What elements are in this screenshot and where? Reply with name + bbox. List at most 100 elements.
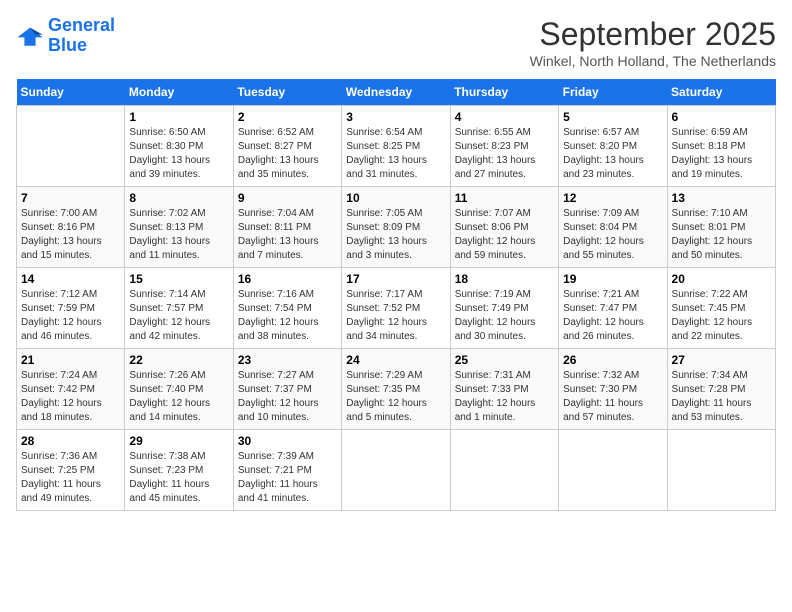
day-number: 20 — [672, 272, 771, 286]
logo-icon — [16, 22, 44, 50]
day-cell: 11 Sunrise: 7:07 AM Sunset: 8:06 PM Dayli… — [450, 187, 558, 268]
day-number: 3 — [346, 110, 445, 124]
day-cell: 21Sunrise: 7:24 AM Sunset: 7:42 PM Dayli… — [17, 349, 125, 430]
page-header: General Blue September 2025 Winkel, Nort… — [16, 16, 776, 69]
week-row-5: 28Sunrise: 7:36 AM Sunset: 7:25 PM Dayli… — [17, 430, 776, 511]
day-cell: 30 Sunrise: 7:39 AM Sunset: 7:21 PM Dayli… — [233, 430, 341, 511]
day-cell: 3 Sunrise: 6:54 AM Sunset: 8:25 PM Daylig… — [342, 106, 450, 187]
day-cell — [17, 106, 125, 187]
day-info: Sunrise: 7:27 AM Sunset: 7:37 PM Dayligh… — [238, 369, 337, 425]
day-cell: 16 Sunrise: 7:16 AM Sunset: 7:54 PM Dayli… — [233, 268, 341, 349]
day-cell: 17 Sunrise: 7:17 AM Sunset: 7:52 PM Dayli… — [342, 268, 450, 349]
day-number: 13 — [672, 191, 771, 205]
day-number: 9 — [238, 191, 337, 205]
header-cell-monday: Monday — [125, 79, 233, 106]
day-info: Sunrise: 7:39 AM Sunset: 7:21 PM Dayligh… — [238, 450, 337, 506]
day-info: Sunrise: 6:50 AM Sunset: 8:30 PM Dayligh… — [129, 126, 228, 182]
day-cell: 2 Sunrise: 6:52 AM Sunset: 8:27 PM Daylig… — [233, 106, 341, 187]
header-cell-friday: Friday — [559, 79, 667, 106]
day-info: Sunrise: 7:17 AM Sunset: 7:52 PM Dayligh… — [346, 288, 445, 344]
day-cell: 15 Sunrise: 7:14 AM Sunset: 7:57 PM Dayli… — [125, 268, 233, 349]
location: Winkel, North Holland, The Netherlands — [530, 53, 776, 69]
day-info: Sunrise: 7:02 AM Sunset: 8:13 PM Dayligh… — [129, 207, 228, 263]
day-info: Sunrise: 7:26 AM Sunset: 7:40 PM Dayligh… — [129, 369, 228, 425]
day-number: 30 — [238, 434, 337, 448]
month-title: September 2025 — [530, 16, 776, 53]
day-info: Sunrise: 7:31 AM Sunset: 7:33 PM Dayligh… — [455, 369, 554, 425]
day-cell: 28Sunrise: 7:36 AM Sunset: 7:25 PM Dayli… — [17, 430, 125, 511]
day-number: 17 — [346, 272, 445, 286]
day-cell: 10 Sunrise: 7:05 AM Sunset: 8:09 PM Dayli… — [342, 187, 450, 268]
day-cell: 12 Sunrise: 7:09 AM Sunset: 8:04 PM Dayli… — [559, 187, 667, 268]
day-cell: 6Sunrise: 6:59 AM Sunset: 8:18 PM Daylig… — [667, 106, 775, 187]
header-cell-thursday: Thursday — [450, 79, 558, 106]
day-info: Sunrise: 7:09 AM Sunset: 8:04 PM Dayligh… — [563, 207, 662, 263]
week-row-2: 7Sunrise: 7:00 AM Sunset: 8:16 PM Daylig… — [17, 187, 776, 268]
day-cell: 4 Sunrise: 6:55 AM Sunset: 8:23 PM Daylig… — [450, 106, 558, 187]
day-number: 14 — [21, 272, 120, 286]
day-cell: 23 Sunrise: 7:27 AM Sunset: 7:37 PM Dayli… — [233, 349, 341, 430]
day-number: 26 — [563, 353, 662, 367]
day-number: 22 — [129, 353, 228, 367]
day-number: 21 — [21, 353, 120, 367]
day-info: Sunrise: 7:19 AM Sunset: 7:49 PM Dayligh… — [455, 288, 554, 344]
day-number: 10 — [346, 191, 445, 205]
day-info: Sunrise: 7:32 AM Sunset: 7:30 PM Dayligh… — [563, 369, 662, 425]
day-info: Sunrise: 6:57 AM Sunset: 8:20 PM Dayligh… — [563, 126, 662, 182]
day-number: 12 — [563, 191, 662, 205]
logo: General Blue — [16, 16, 115, 56]
day-number: 2 — [238, 110, 337, 124]
day-cell: 26 Sunrise: 7:32 AM Sunset: 7:30 PM Dayli… — [559, 349, 667, 430]
day-cell: 5 Sunrise: 6:57 AM Sunset: 8:20 PM Daylig… — [559, 106, 667, 187]
day-info: Sunrise: 7:36 AM Sunset: 7:25 PM Dayligh… — [21, 450, 120, 506]
day-info: Sunrise: 6:52 AM Sunset: 8:27 PM Dayligh… — [238, 126, 337, 182]
day-number: 1 — [129, 110, 228, 124]
header-cell-saturday: Saturday — [667, 79, 775, 106]
header-cell-tuesday: Tuesday — [233, 79, 341, 106]
day-info: Sunrise: 7:29 AM Sunset: 7:35 PM Dayligh… — [346, 369, 445, 425]
day-info: Sunrise: 6:54 AM Sunset: 8:25 PM Dayligh… — [346, 126, 445, 182]
calendar-table: SundayMondayTuesdayWednesdayThursdayFrid… — [16, 79, 776, 511]
day-info: Sunrise: 7:05 AM Sunset: 8:09 PM Dayligh… — [346, 207, 445, 263]
day-cell: 1 Sunrise: 6:50 AM Sunset: 8:30 PM Daylig… — [125, 106, 233, 187]
day-info: Sunrise: 7:21 AM Sunset: 7:47 PM Dayligh… — [563, 288, 662, 344]
day-cell: 20 Sunrise: 7:22 AM Sunset: 7:45 PM Dayli… — [667, 268, 775, 349]
day-number: 8 — [129, 191, 228, 205]
day-info: Sunrise: 6:55 AM Sunset: 8:23 PM Dayligh… — [455, 126, 554, 182]
day-number: 18 — [455, 272, 554, 286]
day-info: Sunrise: 7:16 AM Sunset: 7:54 PM Dayligh… — [238, 288, 337, 344]
day-number: 6 — [672, 110, 771, 124]
day-info: Sunrise: 7:04 AM Sunset: 8:11 PM Dayligh… — [238, 207, 337, 263]
day-number: 23 — [238, 353, 337, 367]
day-cell: 14Sunrise: 7:12 AM Sunset: 7:59 PM Dayli… — [17, 268, 125, 349]
day-number: 11 — [455, 191, 554, 205]
day-info: Sunrise: 7:22 AM Sunset: 7:45 PM Dayligh… — [672, 288, 771, 344]
day-info: Sunrise: 7:07 AM Sunset: 8:06 PM Dayligh… — [455, 207, 554, 263]
title-block: September 2025 Winkel, North Holland, Th… — [530, 16, 776, 69]
week-row-3: 14Sunrise: 7:12 AM Sunset: 7:59 PM Dayli… — [17, 268, 776, 349]
header-cell-sunday: Sunday — [17, 79, 125, 106]
day-number: 4 — [455, 110, 554, 124]
day-number: 25 — [455, 353, 554, 367]
day-cell: 29Sunrise: 7:38 AM Sunset: 7:23 PM Dayli… — [125, 430, 233, 511]
day-cell — [667, 430, 775, 511]
day-cell: 18 Sunrise: 7:19 AM Sunset: 7:49 PM Dayli… — [450, 268, 558, 349]
day-info: Sunrise: 7:14 AM Sunset: 7:57 PM Dayligh… — [129, 288, 228, 344]
day-info: Sunrise: 7:10 AM Sunset: 8:01 PM Dayligh… — [672, 207, 771, 263]
day-cell: 9 Sunrise: 7:04 AM Sunset: 8:11 PM Daylig… — [233, 187, 341, 268]
day-cell: 24 Sunrise: 7:29 AM Sunset: 7:35 PM Dayli… — [342, 349, 450, 430]
day-cell: 7Sunrise: 7:00 AM Sunset: 8:16 PM Daylig… — [17, 187, 125, 268]
week-row-1: 1 Sunrise: 6:50 AM Sunset: 8:30 PM Daylig… — [17, 106, 776, 187]
day-info: Sunrise: 7:00 AM Sunset: 8:16 PM Dayligh… — [21, 207, 120, 263]
header-row: SundayMondayTuesdayWednesdayThursdayFrid… — [17, 79, 776, 106]
day-number: 16 — [238, 272, 337, 286]
day-cell: 19 Sunrise: 7:21 AM Sunset: 7:47 PM Dayli… — [559, 268, 667, 349]
header-cell-wednesday: Wednesday — [342, 79, 450, 106]
day-number: 24 — [346, 353, 445, 367]
day-number: 5 — [563, 110, 662, 124]
day-number: 19 — [563, 272, 662, 286]
day-cell: 22 Sunrise: 7:26 AM Sunset: 7:40 PM Dayli… — [125, 349, 233, 430]
day-number: 15 — [129, 272, 228, 286]
logo-text: General Blue — [48, 16, 115, 56]
day-cell — [559, 430, 667, 511]
